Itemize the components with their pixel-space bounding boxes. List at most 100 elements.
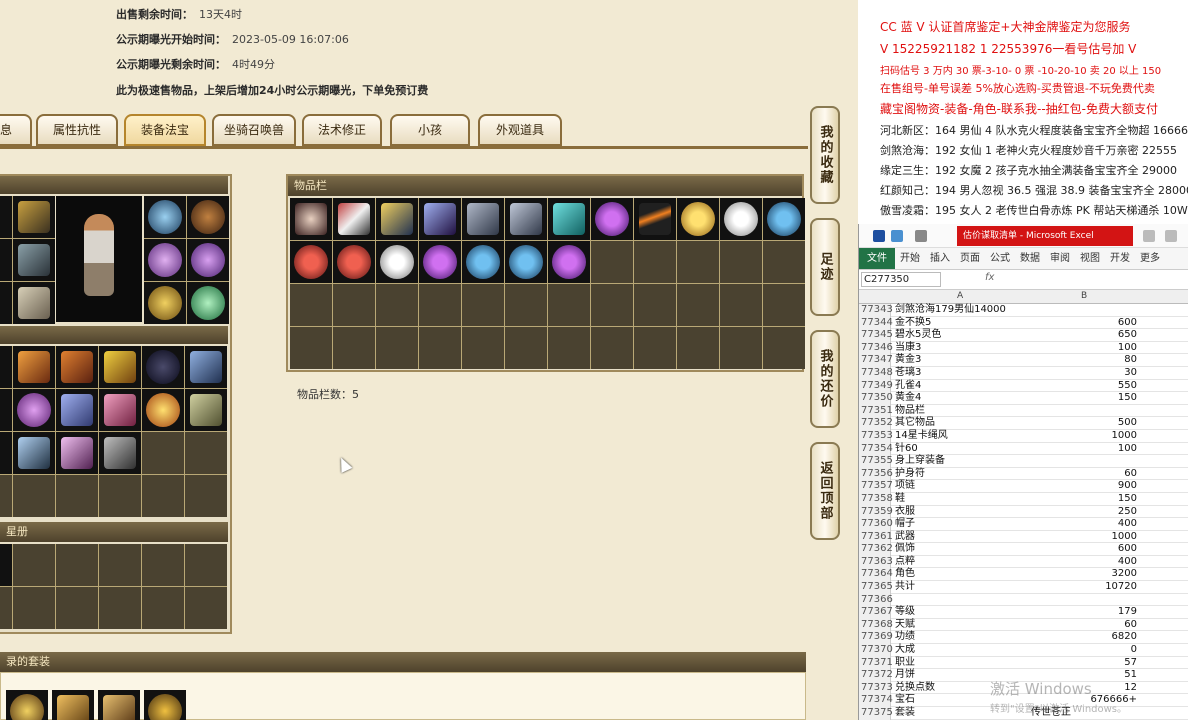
inventory-slot-empty[interactable]	[290, 327, 332, 369]
tab-spell-correction[interactable]: 法术修正	[302, 114, 382, 146]
ribbon-tab-page[interactable]: 页面	[955, 248, 985, 269]
cell-a[interactable]: 针60	[895, 443, 918, 456]
row-number[interactable]: 77351	[859, 404, 893, 418]
row-number[interactable]: 77349	[859, 379, 893, 393]
cell-a[interactable]: 佩饰	[895, 543, 915, 556]
cell-a[interactable]: 大成	[895, 644, 915, 657]
cell-a[interactable]: 鞋	[895, 493, 905, 506]
inventory-slot[interactable]	[505, 198, 547, 240]
footprints-button[interactable]: 足迹	[810, 218, 840, 316]
sheet-row[interactable]: 77367 等级 179	[859, 606, 1188, 619]
ribbon-tab-developer[interactable]: 开发	[1105, 248, 1135, 269]
cell-a[interactable]: 黄金3	[895, 354, 921, 367]
row-number[interactable]: 77355	[859, 455, 893, 468]
cell-b[interactable]: 10720	[1029, 581, 1137, 594]
cell-b[interactable]: 100	[1029, 443, 1137, 456]
treasure-slot-empty[interactable]	[0, 475, 12, 517]
sheet-row[interactable]: 77368 天赋 60	[859, 618, 1188, 632]
equip-slot-helmet[interactable]	[144, 196, 186, 238]
cell-a[interactable]: 碧水5灵色	[895, 329, 941, 342]
cell-a[interactable]: 套装	[895, 707, 915, 720]
sheet-row[interactable]: 77371 职业 57	[859, 656, 1188, 670]
cell-a[interactable]: 14星卡绳风	[895, 430, 948, 443]
row-number[interactable]: 77344	[859, 316, 893, 330]
sheet-row[interactable]: 77347 黄金3 80	[859, 354, 1188, 367]
row-number[interactable]: 77372	[859, 669, 893, 682]
treasure-slot[interactable]	[13, 389, 55, 431]
album-slot-empty[interactable]	[142, 544, 184, 586]
cell-a[interactable]: 其它物品	[895, 417, 935, 430]
inventory-slot[interactable]	[333, 241, 375, 283]
treasure-slot[interactable]	[56, 432, 98, 474]
inventory-slot-empty[interactable]	[720, 241, 762, 283]
album-slot-empty[interactable]	[142, 587, 184, 629]
equip-slot[interactable]	[0, 282, 12, 324]
cell-a[interactable]: 剑煞沧海179男仙14000	[895, 304, 1006, 317]
inventory-slot[interactable]	[376, 198, 418, 240]
treasure-slot[interactable]	[56, 346, 98, 388]
cell-a[interactable]: 武器	[895, 531, 915, 544]
inventory-slot-empty[interactable]	[634, 327, 676, 369]
inventory-slot-empty[interactable]	[505, 284, 547, 326]
treasure-slot[interactable]	[0, 389, 12, 431]
cell-b[interactable]: 400	[1029, 518, 1137, 531]
row-number[interactable]: 77362	[859, 543, 893, 556]
cell-b[interactable]: 80	[1029, 354, 1137, 367]
tab-attributes[interactable]: 属性抗性	[36, 114, 118, 146]
treasure-slot-empty[interactable]	[13, 475, 55, 517]
tab-equipment[interactable]: 装备法宝	[124, 114, 206, 146]
suit-item[interactable]	[6, 690, 48, 720]
sheet-row[interactable]: 77351 物品栏	[859, 404, 1188, 418]
inventory-slot-empty[interactable]	[591, 327, 633, 369]
back-to-top-button[interactable]: 返回顶部	[810, 442, 840, 540]
inventory-slot-empty[interactable]	[591, 284, 633, 326]
inventory-slot-empty[interactable]	[548, 327, 590, 369]
sheet-row[interactable]: 77353 14星卡绳风 1000	[859, 429, 1188, 443]
row-number[interactable]: 77347	[859, 354, 893, 367]
cell-b[interactable]: 900	[1029, 480, 1137, 493]
cell-b[interactable]: 57	[1029, 657, 1137, 670]
album-slot-empty[interactable]	[56, 544, 98, 586]
sheet-row[interactable]: 77349 孔雀4 550	[859, 379, 1188, 393]
inventory-slot[interactable]	[591, 198, 633, 240]
equip-slot[interactable]	[0, 196, 12, 238]
cell-a[interactable]: 功绩	[895, 631, 915, 644]
cell-a[interactable]: 角色	[895, 568, 915, 581]
equip-slot-orb[interactable]	[187, 282, 229, 324]
album-slot-empty[interactable]	[56, 587, 98, 629]
cell-a[interactable]: 当康3	[895, 342, 921, 355]
sheet-row[interactable]: 77354 针60 100	[859, 442, 1188, 456]
ribbon-options-icon[interactable]	[1143, 230, 1155, 242]
inventory-slot[interactable]	[505, 241, 547, 283]
row-number[interactable]: 77370	[859, 644, 893, 657]
ribbon-tab-data[interactable]: 数据	[1015, 248, 1045, 269]
treasure-slot-empty[interactable]	[185, 432, 227, 474]
cell-a[interactable]: 兑换点数	[895, 682, 935, 695]
ribbon-tab-file[interactable]: 文件	[859, 248, 895, 269]
name-box[interactable]: C277350	[861, 272, 941, 287]
ribbon-tab-more[interactable]: 更多	[1135, 248, 1165, 269]
inventory-slot[interactable]	[419, 198, 461, 240]
row-number[interactable]: 77366	[859, 593, 893, 607]
treasure-slot-empty[interactable]	[185, 475, 227, 517]
cell-a[interactable]: 项链	[895, 480, 915, 493]
sheet-row[interactable]: 77361 武器 1000	[859, 530, 1188, 544]
ribbon-tab-view[interactable]: 视图	[1075, 248, 1105, 269]
ribbon-tab-insert[interactable]: 插入	[925, 248, 955, 269]
treasure-slot[interactable]	[13, 346, 55, 388]
album-slot-empty[interactable]	[13, 544, 55, 586]
cell-b[interactable]: 1000	[1029, 531, 1137, 544]
inventory-slot-empty[interactable]	[548, 284, 590, 326]
cell-a[interactable]: 天赋	[895, 619, 915, 632]
tab-info[interactable]: 息	[0, 114, 32, 146]
tab-appearance[interactable]: 外观道具	[478, 114, 562, 146]
album-slot-empty[interactable]	[99, 587, 141, 629]
album-slot-empty[interactable]	[185, 587, 227, 629]
treasure-slot[interactable]	[56, 389, 98, 431]
cell-a[interactable]: 孔雀4	[895, 380, 921, 393]
album-slot-empty[interactable]	[0, 587, 12, 629]
cell-b[interactable]: 60	[1029, 619, 1137, 632]
ribbon-tab-review[interactable]: 审阅	[1045, 248, 1075, 269]
sheet-row[interactable]: 77345 碧水5灵色 650	[859, 329, 1188, 342]
cell-b[interactable]: 6820	[1029, 631, 1137, 644]
